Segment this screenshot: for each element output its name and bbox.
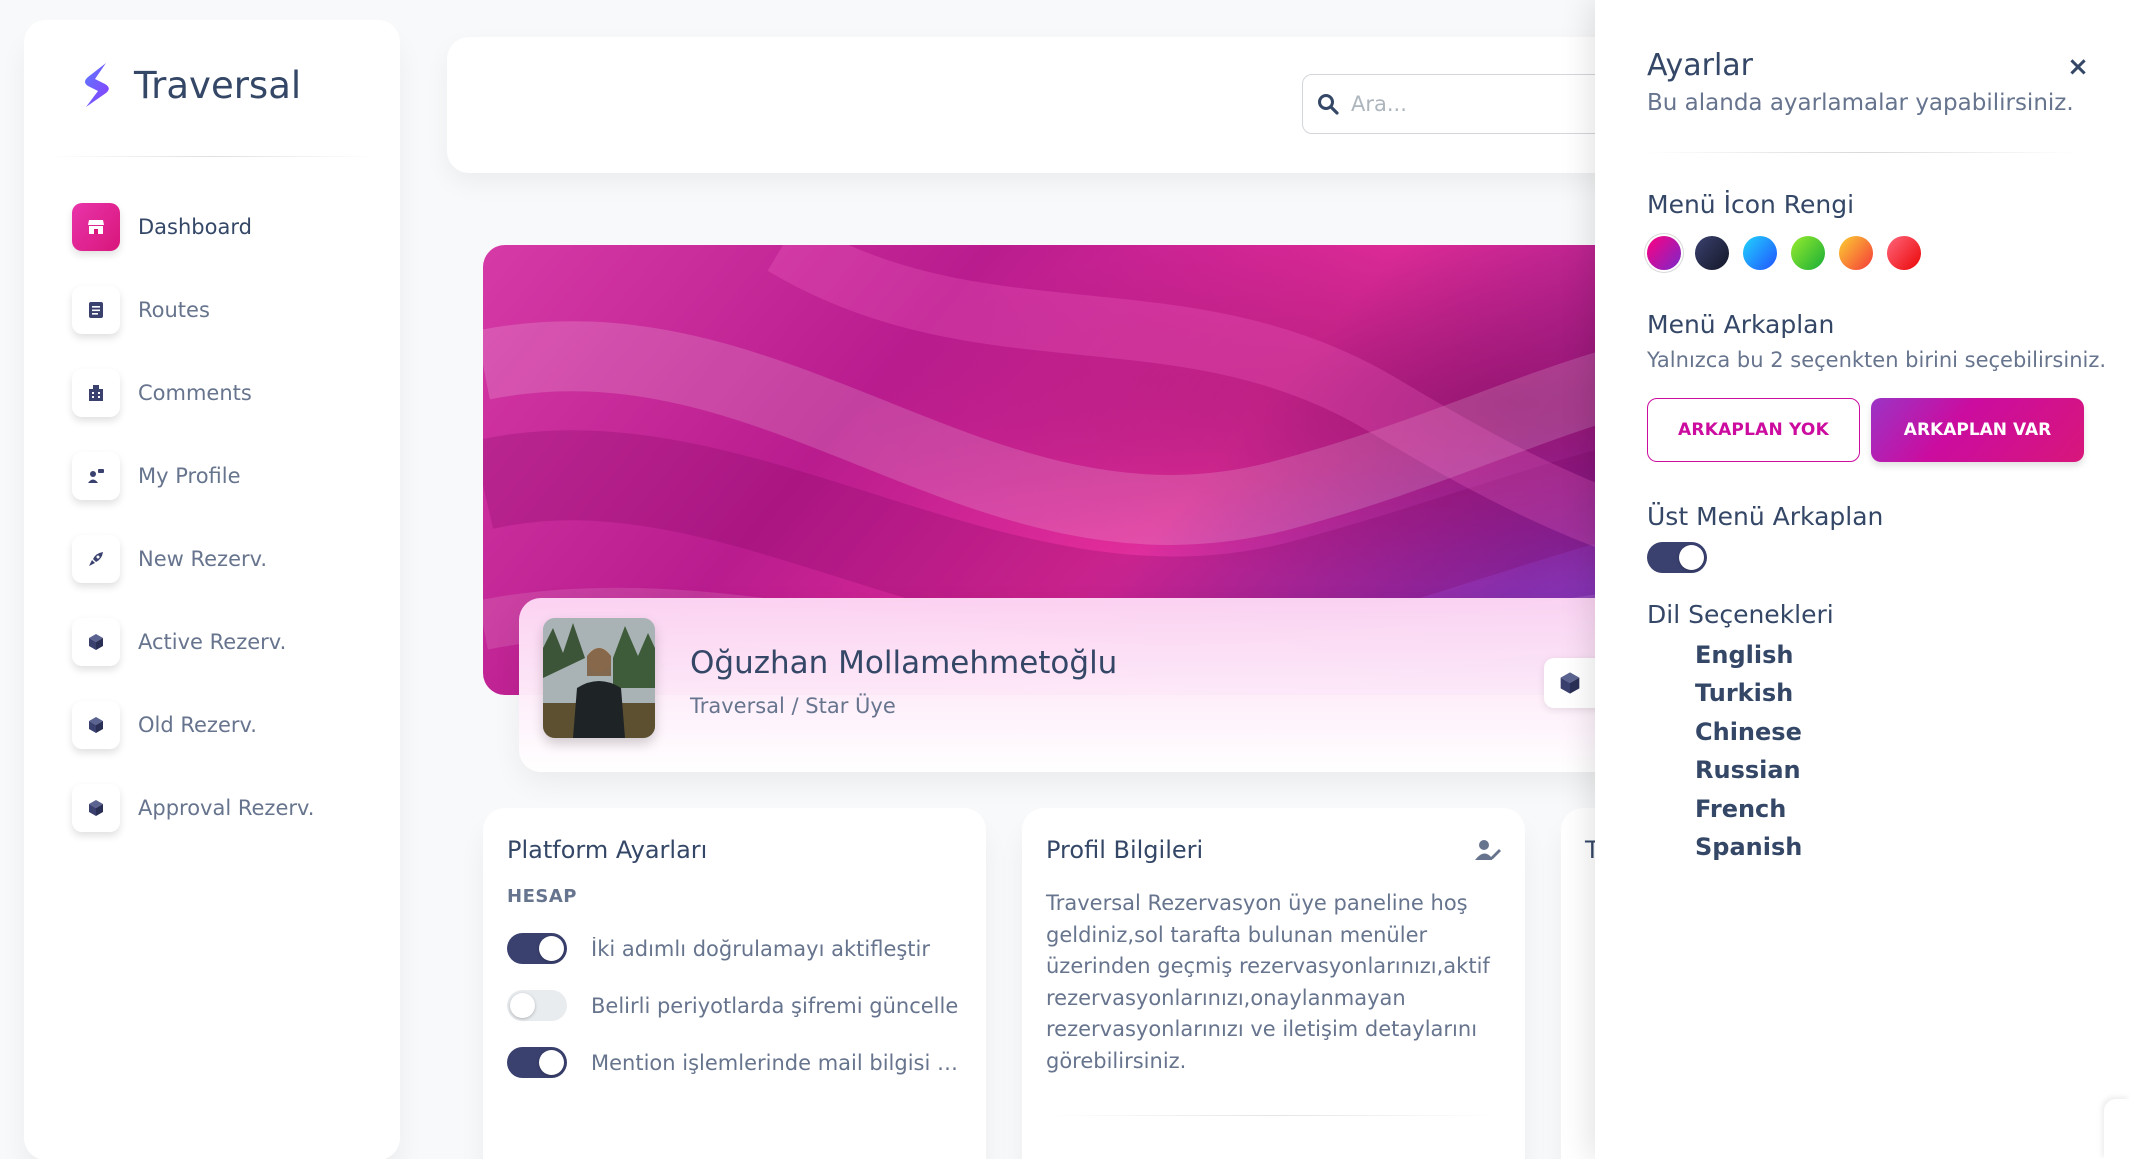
- sidebar-item-approval-rezerv[interactable]: Approval Rezerv.: [24, 766, 400, 849]
- sidebar-item-label: My Profile: [138, 463, 241, 488]
- profile-info-title: Profil Bilgileri: [1046, 836, 1204, 864]
- sidebar-item-comments[interactable]: Comments: [24, 351, 400, 434]
- icon-color-heading: Menü İcon Rengi: [1647, 190, 1855, 219]
- sidebar-item-my-profile[interactable]: My Profile: [24, 434, 400, 517]
- two-factor-toggle[interactable]: [507, 933, 567, 964]
- sidebar-item-old-rezerv[interactable]: Old Rezerv.: [24, 683, 400, 766]
- user-card-icon: [72, 451, 120, 500]
- platform-settings-title: Platform Ayarları: [507, 836, 708, 864]
- brand[interactable]: Traversal: [24, 20, 400, 150]
- avatar-photo: [543, 618, 655, 738]
- swatch-success[interactable]: [1791, 236, 1825, 270]
- toggle-knob: [539, 936, 564, 961]
- sidebar-item-routes[interactable]: Routes: [24, 268, 400, 351]
- avatar: [543, 618, 655, 738]
- menu-bg-heading: Menü Arkaplan: [1647, 310, 1835, 339]
- sidebar-item-dashboard[interactable]: Dashboard: [24, 185, 400, 268]
- sidebar-item-active-rezerv[interactable]: Active Rezerv.: [24, 600, 400, 683]
- language-option-english[interactable]: English: [1695, 638, 1802, 676]
- sidebar-item-label: Routes: [138, 297, 210, 322]
- toggle-knob: [510, 993, 535, 1018]
- language-option-chinese[interactable]: Chinese: [1695, 715, 1802, 753]
- rocket-icon: [72, 534, 120, 583]
- sidebar-item-label: Dashboard: [138, 214, 252, 239]
- language-option-russian[interactable]: Russian: [1695, 753, 1802, 791]
- sidebar-item-label: Active Rezerv.: [138, 629, 287, 654]
- sidebar-nav: Dashboard Routes Comments My Profile New…: [24, 185, 400, 849]
- resize-handle[interactable]: [2104, 1099, 2130, 1159]
- document-icon: [72, 285, 120, 334]
- toggle-row-password-update: Belirli periyotlarda şifremi güncelle: [507, 990, 962, 1021]
- box-icon: [72, 617, 120, 666]
- sidebar: Traversal Dashboard Routes Comments My P…: [24, 20, 400, 1159]
- close-icon[interactable]: ×: [2063, 52, 2093, 82]
- settings-subtitle: Bu alanda ayarlamalar yapabilirsiniz.: [1647, 90, 2074, 116]
- profile-subtitle: Traversal / Star Üye: [690, 694, 896, 718]
- toggle-row-mention-mail: Mention işlemlerinde mail bilgisi gö...: [507, 1047, 962, 1078]
- shop-icon: [72, 202, 120, 251]
- settings-panel: Ayarlar Bu alanda ayarlamalar yapabilirs…: [1595, 0, 2130, 1159]
- sidebar-item-label: New Rezerv.: [138, 546, 268, 571]
- no-background-button[interactable]: ARKAPLAN YOK: [1647, 398, 1860, 462]
- toggle-knob: [1679, 545, 1704, 570]
- mention-mail-toggle[interactable]: [507, 1047, 567, 1078]
- profile-info-divider: [1046, 1115, 1501, 1116]
- icon-color-swatches: [1647, 236, 1935, 270]
- sidebar-item-label: Old Rezerv.: [138, 712, 257, 737]
- swatch-primary[interactable]: [1647, 236, 1681, 270]
- swatch-danger[interactable]: [1887, 236, 1921, 270]
- box-icon: [1560, 672, 1580, 694]
- sidebar-divider: [48, 156, 376, 157]
- sidebar-item-label: Comments: [138, 380, 252, 405]
- toggle-label: Belirli periyotlarda şifremi güncelle: [591, 993, 959, 1018]
- profile-name: Oğuzhan Mollamehmetoğlu: [690, 645, 1118, 681]
- language-option-french[interactable]: French: [1695, 792, 1802, 830]
- platform-settings-card: Platform Ayarları HESAP İki adımlı doğru…: [483, 808, 986, 1159]
- sidebar-item-new-rezerv[interactable]: New Rezerv.: [24, 517, 400, 600]
- swatch-warning[interactable]: [1839, 236, 1873, 270]
- profile-info-text: Traversal Rezervasyon üye paneline hoş g…: [1046, 891, 1490, 1073]
- top-menu-bg-heading: Üst Menü Arkaplan: [1647, 502, 1884, 531]
- brand-name: Traversal: [134, 63, 302, 107]
- box-icon: [72, 783, 120, 832]
- with-background-button[interactable]: ARKAPLAN VAR: [1871, 398, 2084, 462]
- search-icon: [1318, 94, 1339, 115]
- profile-info-card: Profil Bilgileri Traversal Rezervasyon ü…: [1022, 808, 1525, 1159]
- top-menu-bg-toggle[interactable]: [1647, 542, 1707, 573]
- swatch-info[interactable]: [1743, 236, 1777, 270]
- password-update-toggle[interactable]: [507, 990, 567, 1021]
- menu-bg-note: Yalnızca bu 2 seçenkten birini seçebilir…: [1647, 348, 2107, 372]
- settings-title: Ayarlar: [1647, 48, 1754, 83]
- language-list: English Turkish Chinese Russian French S…: [1695, 638, 1802, 868]
- toggle-knob: [539, 1050, 564, 1075]
- toggle-label: Mention işlemlerinde mail bilgisi gö...: [591, 1050, 961, 1075]
- account-section-label: HESAP: [507, 886, 577, 907]
- office-icon: [72, 368, 120, 417]
- language-option-turkish[interactable]: Turkish: [1695, 676, 1802, 714]
- language-heading: Dil Seçenekleri: [1647, 600, 1834, 629]
- swatch-dark[interactable]: [1695, 236, 1729, 270]
- box-icon: [72, 700, 120, 749]
- settings-divider: [1647, 152, 2077, 153]
- toggle-label: İki adımlı doğrulamayı aktifleştir: [591, 936, 931, 961]
- profile-info-header: Profil Bilgileri: [1046, 836, 1501, 864]
- traversal-logo-icon: [85, 63, 109, 107]
- sidebar-item-label: Approval Rezerv.: [138, 795, 315, 820]
- toggle-row-two-factor: İki adımlı doğrulamayı aktifleştir: [507, 933, 962, 964]
- language-option-spanish[interactable]: Spanish: [1695, 830, 1802, 868]
- edit-user-icon[interactable]: [1475, 838, 1501, 862]
